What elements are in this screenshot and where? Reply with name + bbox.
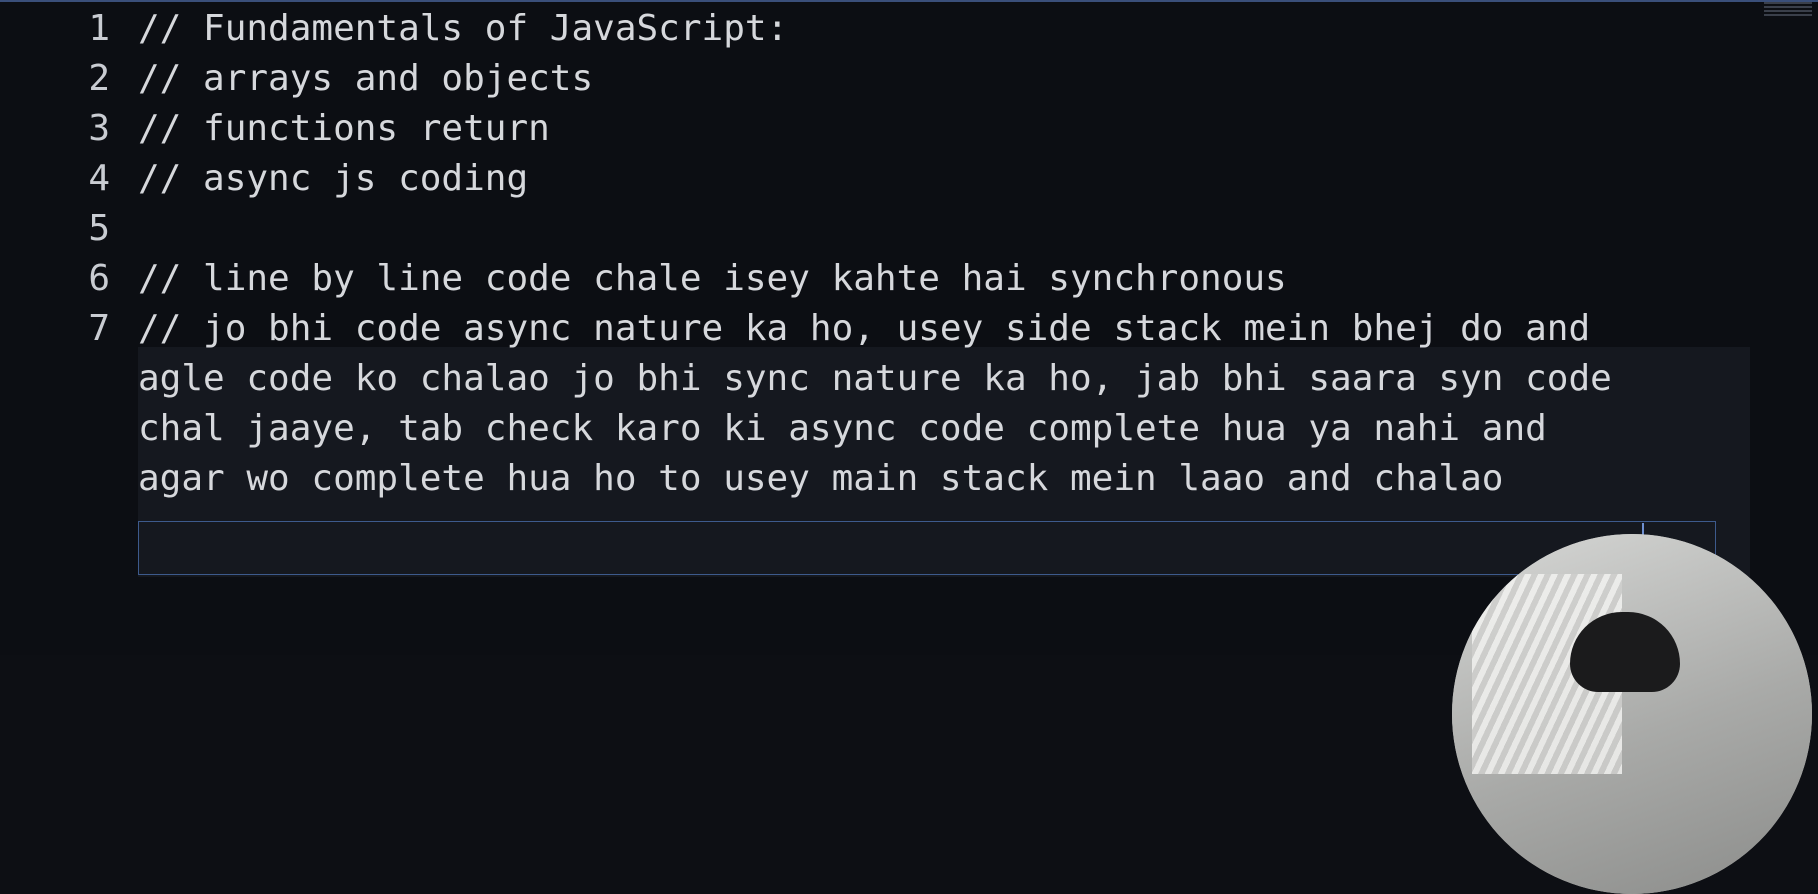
code-line-7-wrap-4[interactable]: agar wo complete hua ho to usey main sta…	[138, 450, 1503, 508]
code-line-4[interactable]: // async js coding	[138, 150, 528, 208]
minimap[interactable]	[1758, 0, 1818, 24]
code-editor[interactable]: 1 2 3 4 5 6 7 // Fundamentals of JavaScr…	[0, 0, 1818, 894]
line-number-7: 7	[88, 308, 110, 349]
webcam-overlay	[1452, 534, 1812, 894]
